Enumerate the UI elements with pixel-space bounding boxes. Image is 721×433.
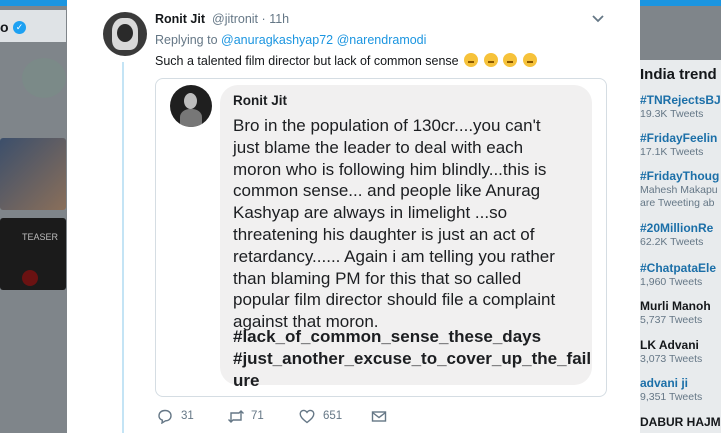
tired-face-emoji-icon bbox=[503, 53, 518, 67]
trend-name[interactable]: #ChatpataEle bbox=[640, 261, 721, 275]
trend-item[interactable]: #FridayThoug Mahesh Makapu are Tweeting … bbox=[640, 169, 721, 209]
trend-name[interactable]: #FridayThoug bbox=[640, 169, 721, 183]
comment-body: Bro in the population of 130cr....you ca… bbox=[233, 116, 556, 332]
author-avatar[interactable] bbox=[103, 12, 147, 56]
trend-item[interactable]: #FridayFeelin 17.1K Tweets bbox=[640, 131, 721, 158]
trend-item[interactable]: #TNRejectsBJ 19.3K Tweets bbox=[640, 93, 721, 120]
like-count: 651 bbox=[323, 410, 343, 422]
trend-name[interactable]: advani ji bbox=[640, 376, 721, 390]
comment-bubble: Ronit Jit Bro in the population of 130cr… bbox=[220, 85, 592, 390]
tweet-media-image[interactable]: Ronit Jit Bro in the population of 130cr… bbox=[155, 78, 607, 397]
trend-name[interactable]: DABUR HAJM bbox=[640, 415, 721, 429]
trend-count: 19.3K Tweets bbox=[640, 108, 704, 120]
trend-count: 9,351 Tweets bbox=[640, 391, 703, 403]
comment-hashtag: #lack_of_common_sense_these_days bbox=[233, 327, 542, 346]
trend-count: 62.2K Tweets bbox=[640, 236, 704, 248]
reply-count: 31 bbox=[181, 410, 194, 422]
tired-face-emoji-icon bbox=[464, 53, 479, 67]
trend-count: 5,737 Tweets bbox=[640, 314, 703, 326]
trend-count: 17.1K Tweets bbox=[640, 146, 704, 158]
trend-item[interactable]: #20MillionRe 62.2K Tweets bbox=[640, 221, 721, 248]
left-avatar-thumb[interactable] bbox=[22, 58, 66, 98]
tired-face-emoji-icon bbox=[522, 53, 537, 67]
tired-face-emoji-icon bbox=[483, 53, 498, 67]
thread-line bbox=[122, 62, 124, 433]
separator-dot: · bbox=[261, 12, 266, 26]
author-handle-time: @jitronit · 11h bbox=[212, 12, 289, 26]
trend-item[interactable]: DABUR HAJM bbox=[640, 415, 721, 429]
left-media-thumb-1[interactable] bbox=[0, 138, 66, 210]
heart-icon bbox=[299, 409, 315, 424]
comment-hashtags: #lack_of_common_sense_these_days #just_a… bbox=[233, 326, 592, 391]
reply-icon bbox=[158, 409, 172, 424]
tweet-card[interactable]: Ronit Jit @jitronit · 11h Replying to @a… bbox=[67, 0, 640, 433]
trend-item[interactable]: Murli Manoh 5,737 Tweets bbox=[640, 299, 721, 326]
tweet-time[interactable]: 11h bbox=[269, 12, 289, 26]
envelope-icon bbox=[371, 411, 387, 422]
trends-title: India trend bbox=[640, 66, 717, 83]
trend-name[interactable]: #FridayFeelin bbox=[640, 131, 721, 145]
verified-badge-icon: ✓ bbox=[13, 21, 26, 34]
chevron-down-icon[interactable] bbox=[591, 13, 605, 25]
teaser-thumb-graphic: TEASER bbox=[22, 232, 59, 286]
trend-name[interactable]: #20MillionRe bbox=[640, 221, 721, 235]
trend-context: Mahesh Makapu bbox=[640, 184, 718, 196]
trend-item[interactable]: LK Advani 3,073 Tweets bbox=[640, 338, 721, 365]
trend-count: 1,960 Tweets bbox=[640, 276, 703, 288]
replying-prefix: Replying to bbox=[155, 33, 218, 47]
trend-name[interactable]: #TNRejectsBJ bbox=[640, 93, 721, 107]
comment-author: Ronit Jit bbox=[233, 93, 287, 108]
tweet-text-row: Such a talented film director but lack o… bbox=[155, 53, 537, 68]
comment-hashtag-wrap: ure bbox=[233, 370, 260, 390]
retweet-count: 71 bbox=[251, 410, 264, 422]
replying-to: Replying to @anuragkashyap72 @narendramo… bbox=[155, 33, 426, 47]
author-handle[interactable]: @jitronit bbox=[212, 12, 258, 26]
comment-hashtag: #just_another_excuse_to_cover_up_the_fai… bbox=[233, 348, 592, 368]
left-media-thumb-2[interactable]: TEASER bbox=[0, 218, 66, 290]
svg-text:TEASER: TEASER bbox=[22, 232, 59, 242]
trend-context-extra: are Tweeting ab bbox=[640, 197, 715, 209]
trend-name[interactable]: LK Advani bbox=[640, 338, 721, 352]
comment-avatar bbox=[170, 85, 212, 127]
author-name[interactable]: Ronit Jit bbox=[155, 12, 205, 26]
trend-count: 3,073 Tweets bbox=[640, 353, 703, 365]
left-profile-name: o bbox=[0, 19, 9, 35]
mention-link[interactable]: @anuragkashyap72 bbox=[221, 33, 333, 47]
trends-panel: India trend #TNRejectsBJ 19.3K Tweets #F… bbox=[640, 60, 721, 433]
trend-name[interactable]: Murli Manoh bbox=[640, 299, 721, 313]
tweet-text: Such a talented film director but lack o… bbox=[155, 54, 459, 68]
mention-link[interactable]: @narendramodi bbox=[337, 33, 427, 47]
tweet-actions: 31 71 651 bbox=[157, 408, 457, 426]
left-profile-strip: o ✓ bbox=[0, 10, 66, 42]
trend-item[interactable]: #ChatpataEle 1,960 Tweets bbox=[640, 261, 721, 288]
retweet-icon bbox=[228, 410, 244, 423]
trend-item[interactable]: advani ji 9,351 Tweets bbox=[640, 376, 721, 403]
